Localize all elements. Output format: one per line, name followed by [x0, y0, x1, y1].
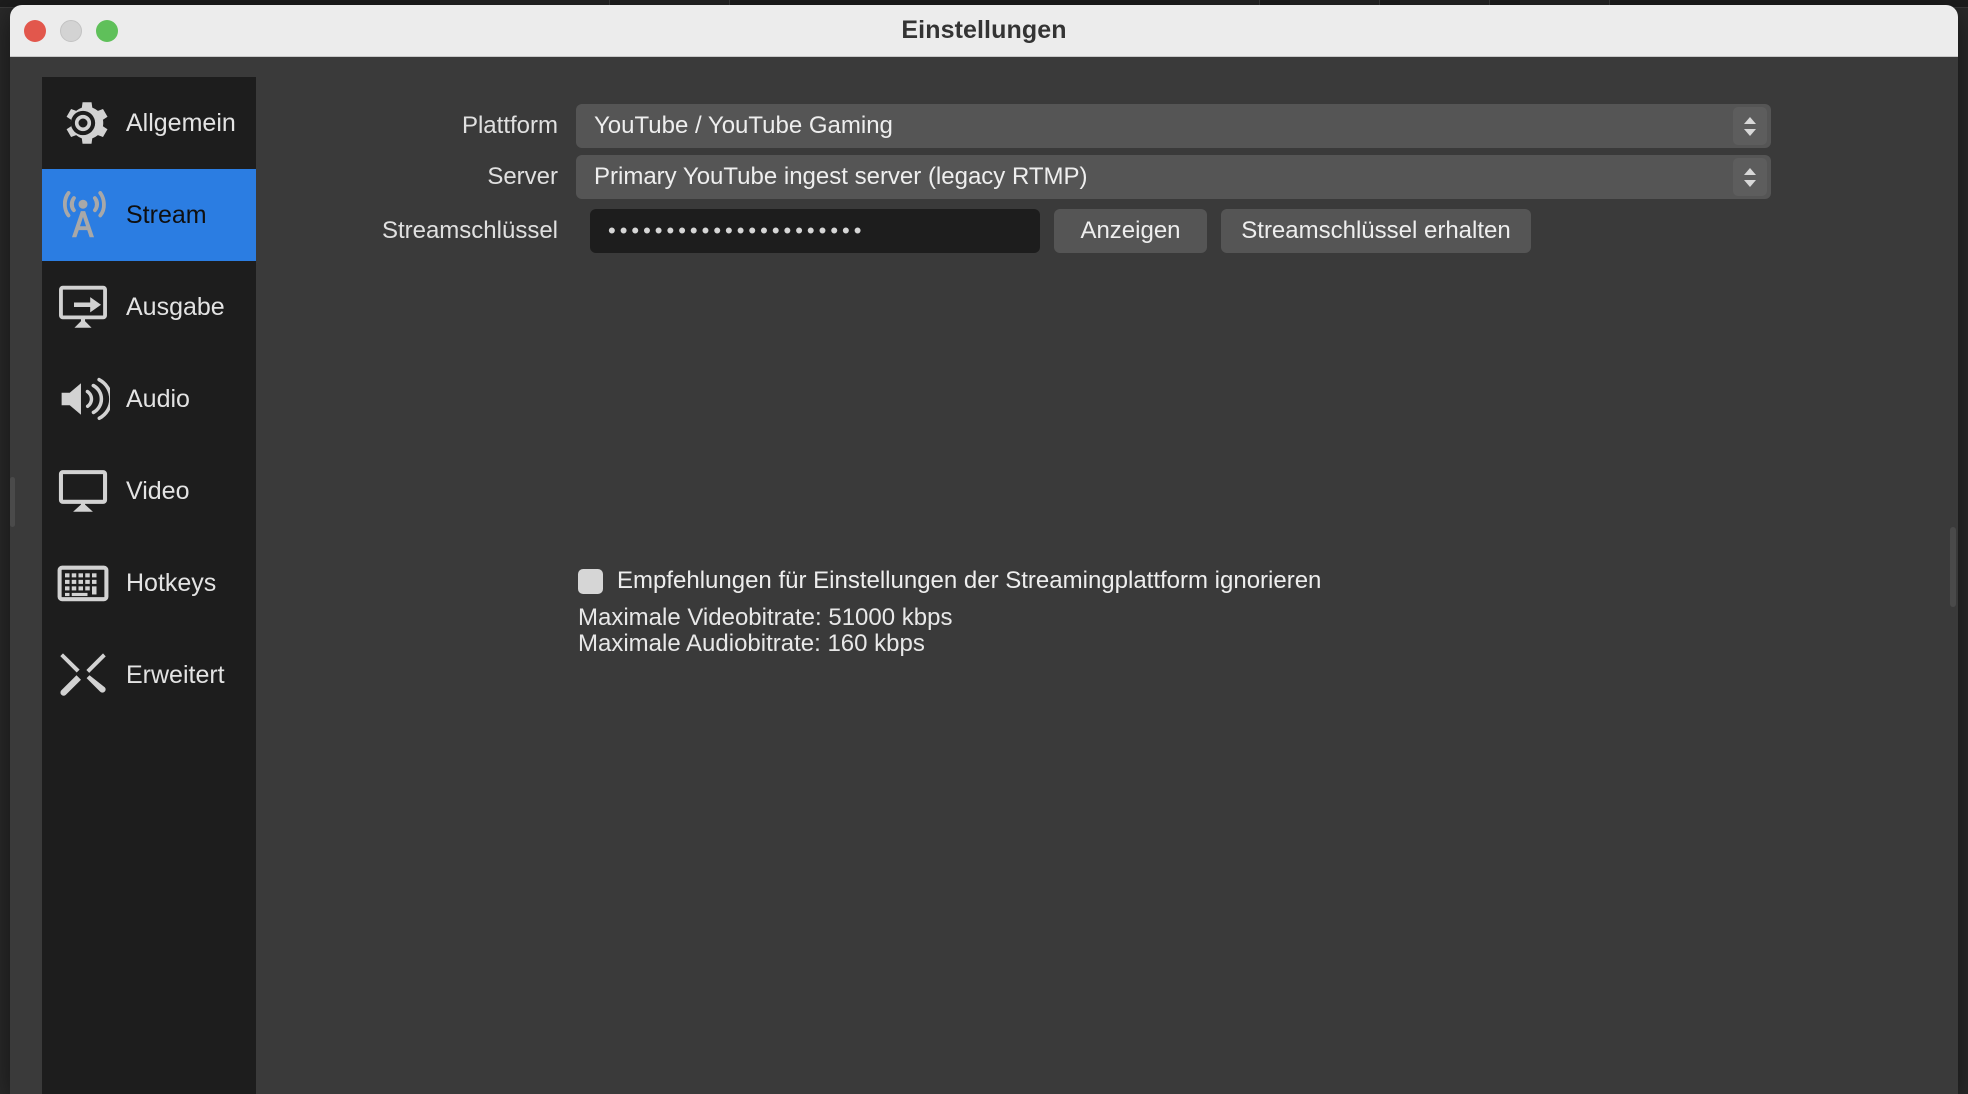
monitor-arrow-icon	[54, 278, 112, 336]
sidebar-item-allgemein[interactable]: Allgemein	[42, 77, 256, 169]
settings-window: Einstellungen Allgemein Stream Ausgabe A…	[10, 5, 1958, 1094]
sidebar-item-ausgabe[interactable]: Ausgabe	[42, 261, 256, 353]
max-audio-bitrate-text: Maximale Audiobitrate: 160 kbps	[578, 630, 925, 658]
sidebar-item-label: Hotkeys	[126, 568, 217, 597]
monitor-icon	[54, 462, 112, 520]
tools-icon	[54, 646, 112, 704]
get-stream-key-button[interactable]: Streamschlüssel erhalten	[1221, 209, 1531, 253]
platform-select[interactable]: YouTube / YouTube Gaming	[576, 104, 1771, 148]
sidebar-item-erweitert[interactable]: Erweitert	[42, 629, 256, 721]
sidebar-item-video[interactable]: Video	[42, 445, 256, 537]
chevron-up-icon	[1744, 116, 1756, 124]
sidebar-item-label: Allgemein	[126, 108, 236, 137]
stream-key-input[interactable]: ••••••••••••••••••••••	[590, 209, 1040, 253]
stream-key-label: Streamschlüssel	[381, 217, 558, 244]
settings-sidebar: Allgemein Stream Ausgabe Audio Video Hot…	[42, 77, 256, 1094]
minimize-window-button[interactable]	[60, 19, 82, 42]
ignore-recommendations-checkbox-row[interactable]: Empfehlungen für Einstellungen der Strea…	[578, 567, 1321, 595]
platform-value: YouTube / YouTube Gaming	[594, 112, 893, 139]
server-value: Primary YouTube ingest server (legacy RT…	[594, 163, 1088, 190]
page-title: Einstellungen	[901, 16, 1067, 44]
platform-label: Plattform	[461, 112, 558, 139]
max-video-bitrate-text: Maximale Videobitrate: 51000 kbps	[578, 604, 953, 631]
sidebar-item-stream[interactable]: Stream	[42, 169, 256, 261]
close-window-button[interactable]	[24, 19, 46, 42]
server-stepper[interactable]	[1733, 158, 1767, 196]
speaker-icon	[54, 370, 112, 428]
sidebar-item-label: Ausgabe	[126, 292, 225, 321]
platform-stepper[interactable]	[1733, 107, 1767, 145]
ignore-recommendations-label: Empfehlungen für Einstellungen der Strea…	[617, 567, 1322, 594]
server-row: Server Primary YouTube ingest server (le…	[256, 155, 1771, 199]
sidebar-item-label: Erweitert	[126, 660, 225, 689]
chevron-up-icon	[1744, 167, 1756, 175]
sidebar-item-label: Audio	[126, 384, 190, 413]
sidebar-item-hotkeys[interactable]: Hotkeys	[42, 537, 256, 629]
broadcast-tower-icon	[54, 186, 112, 244]
stream-settings-pane: Plattform YouTube / YouTube Gaming Serve…	[256, 57, 1958, 1094]
left-edge-scroll-indicator	[10, 477, 15, 527]
sidebar-item-label: Video	[126, 476, 190, 505]
ignore-recommendations-checkbox[interactable]	[578, 568, 603, 594]
keyboard-icon	[54, 554, 112, 612]
window-titlebar: Einstellungen	[10, 5, 1958, 57]
platform-row: Plattform YouTube / YouTube Gaming	[256, 104, 1771, 148]
bitrate-info-block: Maximale Videobitrate: 51000 kbps Maxima…	[578, 604, 953, 658]
stream-key-value: ••••••••••••••••••••••	[608, 218, 866, 243]
gear-icon	[54, 94, 112, 152]
server-select[interactable]: Primary YouTube ingest server (legacy RT…	[576, 155, 1771, 199]
stream-key-row: Streamschlüssel •••••••••••••••••••••• A…	[256, 209, 1531, 253]
maximize-window-button[interactable]	[96, 19, 118, 42]
chevron-down-icon	[1744, 179, 1756, 187]
sidebar-item-audio[interactable]: Audio	[42, 353, 256, 445]
traffic-light-group	[24, 19, 118, 42]
server-label: Server	[487, 163, 558, 190]
show-stream-key-button[interactable]: Anzeigen	[1054, 209, 1207, 253]
window-body: Allgemein Stream Ausgabe Audio Video Hot…	[10, 57, 1958, 1094]
chevron-down-icon	[1744, 128, 1756, 136]
sidebar-item-label: Stream	[126, 200, 207, 229]
